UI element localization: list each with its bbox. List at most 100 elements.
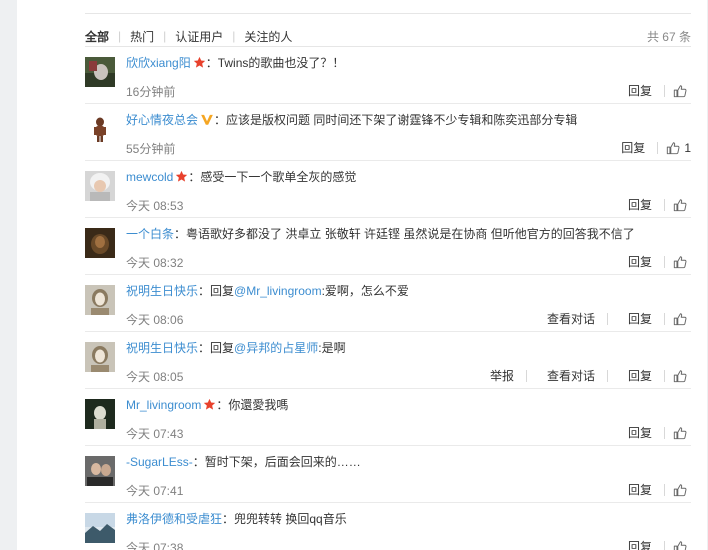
like-button[interactable] [673, 369, 691, 383]
comment-username[interactable]: Mr_livingroom [126, 398, 201, 412]
comment-username[interactable]: 欣欣xiang阳 [126, 56, 191, 70]
comment-item: 祝明生日快乐：回复@Mr_livingroom:爱啊，怎么不爱 今天 08:06… [85, 274, 691, 331]
mention-link[interactable]: @异邦的占星师 [234, 341, 318, 355]
thumbs-up-icon [673, 483, 687, 497]
mention-link[interactable]: @Mr_livingroom [234, 284, 322, 298]
avatar[interactable] [85, 399, 115, 429]
comment-username[interactable]: 一个白条 [126, 227, 174, 241]
comment-count: 共 67 条 [646, 30, 691, 44]
reply-button[interactable]: 回复 [628, 196, 652, 213]
reply-button[interactable]: 回复 [628, 424, 652, 441]
like-count: 1 [684, 140, 691, 155]
comment-time: 55分钟前 [126, 142, 176, 156]
like-button[interactable] [673, 255, 691, 269]
view-conversation-button[interactable]: 查看对话 [547, 310, 595, 327]
reply-button[interactable]: 回复 [621, 139, 645, 156]
star-badge-icon [203, 398, 216, 415]
reply-button[interactable]: 回复 [628, 481, 652, 498]
divider [664, 255, 665, 268]
like-button[interactable] [673, 483, 691, 497]
tab-separator: | [232, 29, 236, 43]
avatar[interactable] [85, 342, 115, 372]
tab-following[interactable]: 关注的人 [244, 28, 292, 45]
comment-text: 你還愛我嗎 [228, 398, 289, 412]
comment-text: Twins的歌曲也没了？！ [217, 56, 345, 70]
avatar[interactable] [85, 513, 115, 543]
reply-button[interactable]: 回复 [628, 538, 652, 550]
comment-text: 粤语歌好多都没了 洪卓立 张敬轩 许廷铿 虽然说是在协商 但听他官方的回答我不信… [186, 227, 635, 241]
divider [525, 369, 527, 382]
comment-username[interactable]: -SugarLEss- [126, 455, 193, 469]
avatar[interactable] [85, 456, 115, 486]
comment-text: :是啊 [318, 341, 346, 355]
reply-prefix: 回复 [210, 341, 235, 355]
view-conversation-button[interactable]: 查看对话 [547, 367, 595, 384]
comment-time: 今天 08:32 [126, 256, 184, 270]
reply-button[interactable]: 回复 [628, 367, 652, 384]
thumbs-up-icon [673, 540, 687, 550]
tab-verified-users[interactable]: 认证用户 [175, 28, 223, 45]
divider [664, 198, 665, 211]
comment-time: 今天 07:43 [126, 427, 184, 441]
comment-item: mewcold ：感受一下一个歌单全灰的感觉 今天 08:53 回复 [85, 160, 691, 217]
thumbs-up-icon [673, 255, 687, 269]
thumbs-up-icon [673, 198, 687, 212]
avatar[interactable] [85, 285, 115, 315]
avatar[interactable] [85, 228, 115, 258]
like-button[interactable] [673, 198, 691, 212]
comment-time: 今天 08:05 [126, 370, 184, 384]
reply-button[interactable]: 回复 [628, 310, 652, 327]
comment-item: 弗洛伊德和受虐狂：兜兜转转 换回qq音乐 今天 07:38 回复 [85, 502, 691, 550]
thumbs-up-icon [673, 369, 687, 383]
thumbs-up-icon [673, 426, 687, 440]
comment-item: 祝明生日快乐：回复@异邦的占星师:是啊 今天 08:05 举报 查看对话 回复 [85, 331, 691, 388]
comment-text: 感受一下一个歌单全灰的感觉 [200, 170, 357, 184]
avatar[interactable] [85, 171, 115, 201]
divider [657, 141, 659, 154]
thumbs-up-icon [666, 141, 680, 155]
divider [664, 369, 665, 382]
thumbs-up-icon [673, 312, 687, 326]
tab-all[interactable]: 全部 [85, 28, 109, 45]
comment-text: 兜兜转转 换回qq音乐 [234, 512, 347, 526]
like-button[interactable] [673, 426, 691, 440]
divider [664, 84, 665, 97]
like-button[interactable] [673, 312, 691, 326]
comment-username[interactable]: 弗洛伊德和受虐狂 [126, 512, 222, 526]
comment-time: 16分钟前 [126, 85, 176, 99]
reply-button[interactable]: 回复 [628, 253, 652, 270]
comment-time: 今天 08:53 [126, 199, 184, 213]
divider [664, 312, 665, 325]
comment-time: 今天 08:06 [126, 313, 184, 327]
star-badge-icon [193, 56, 206, 73]
like-button[interactable] [673, 540, 691, 550]
tab-hot[interactable]: 热门 [130, 28, 154, 45]
comment-item: -SugarLEss-：暂时下架，后面会回来的…… 今天 07:41 回复 [85, 445, 691, 502]
divider [606, 312, 608, 325]
comment-text: 应该是版权问题 同时间还下架了谢霆锋不少专辑和陈奕迅部分专辑 [226, 113, 578, 127]
comment-list: 欣欣xiang阳 ：Twins的歌曲也没了？！ 16分钟前 回复 好心情夜总会 ：应… [85, 46, 691, 550]
verified-v-icon [200, 113, 214, 130]
tab-separator: | [163, 29, 167, 43]
divider [664, 426, 665, 439]
comment-username[interactable]: 祝明生日快乐 [126, 341, 198, 355]
comment-username[interactable]: mewcold [126, 170, 173, 184]
like-button[interactable]: 1 [666, 141, 691, 155]
tab-separator: | [118, 29, 122, 43]
divider [664, 483, 665, 496]
like-button[interactable] [673, 84, 691, 98]
comment-username[interactable]: 好心情夜总会 [126, 113, 198, 127]
reply-prefix: 回复 [210, 284, 235, 298]
divider [85, 13, 691, 14]
reply-button[interactable]: 回复 [628, 82, 652, 99]
star-badge-icon [175, 170, 188, 187]
comment-time: 今天 07:41 [126, 484, 184, 498]
avatar[interactable] [85, 114, 115, 144]
comment-username[interactable]: 祝明生日快乐 [126, 284, 198, 298]
comment-text: :爱啊，怎么不爱 [321, 284, 409, 298]
report-button[interactable]: 举报 [490, 367, 514, 384]
comment-text: 暂时下架，后面会回来的…… [204, 455, 361, 469]
avatar[interactable] [85, 57, 115, 87]
comment-item: Mr_livingroom ：你還愛我嗎 今天 07:43 回复 [85, 388, 691, 445]
divider [664, 540, 665, 550]
